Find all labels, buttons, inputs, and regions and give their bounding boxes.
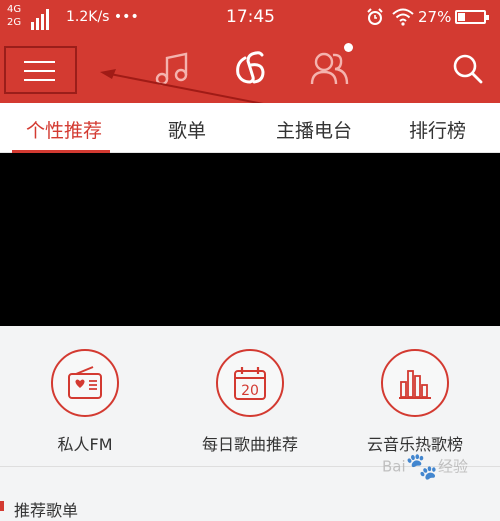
music-note-icon[interactable] [154, 52, 190, 86]
private-fm-button[interactable]: 私人FM [10, 349, 160, 455]
wifi-icon [392, 8, 414, 26]
banner-carousel[interactable] [0, 153, 500, 326]
top-nav-bar [0, 35, 500, 103]
tab-charts[interactable]: 排行榜 [409, 116, 466, 143]
section-marker [0, 501, 4, 511]
section-title: 推荐歌单 [14, 501, 79, 520]
tab-recommend[interactable]: 个性推荐 [26, 116, 102, 143]
alarm-icon [367, 8, 383, 25]
daily-songs-label: 每日歌曲推荐 [201, 435, 298, 454]
private-fm-label: 私人FM [57, 435, 113, 454]
battery-percent: 27% [418, 8, 452, 26]
battery-icon [455, 10, 489, 24]
menu-button[interactable] [4, 46, 77, 94]
chart-bars-icon [381, 349, 449, 417]
daily-songs-button[interactable]: 20 每日歌曲推荐 [175, 349, 325, 455]
network-speed: 1.2K/s ••• [66, 9, 139, 25]
tab-radio[interactable]: 主播电台 [276, 116, 352, 143]
friends-icon[interactable] [310, 50, 350, 86]
category-tabs: 个性推荐 歌单 主播电台 排行榜 [0, 103, 500, 153]
network-2g: 2G [7, 17, 22, 28]
signal-icon [31, 4, 55, 30]
watermark-text: 经验 [438, 457, 469, 476]
status-bar: 4G 2G 1.2K/s ••• 17:45 27% [0, 0, 500, 35]
hot-chart-button[interactable]: 云音乐热歌榜 [340, 349, 490, 455]
notification-dot [344, 43, 353, 52]
feature-shortcuts: 私人FM 20 每日歌曲推荐 云音乐热歌榜 [0, 326, 500, 466]
network-4g: 4G [7, 4, 22, 15]
baidu-jingyan-watermark: Bai🐾经验 [382, 452, 468, 482]
paw-icon: 🐾 [405, 452, 439, 482]
calendar-icon: 20 [216, 349, 284, 417]
more-dots: ••• [113, 9, 139, 25]
calendar-day: 20 [241, 383, 259, 399]
radio-icon [51, 349, 119, 417]
tab-playlists[interactable]: 歌单 [168, 116, 206, 143]
watermark-brand: Bai [382, 457, 406, 476]
search-icon[interactable] [452, 53, 484, 85]
netease-logo-icon[interactable] [232, 49, 270, 87]
network-type: 4G 2G [7, 4, 21, 30]
clock: 17:45 [226, 7, 275, 27]
